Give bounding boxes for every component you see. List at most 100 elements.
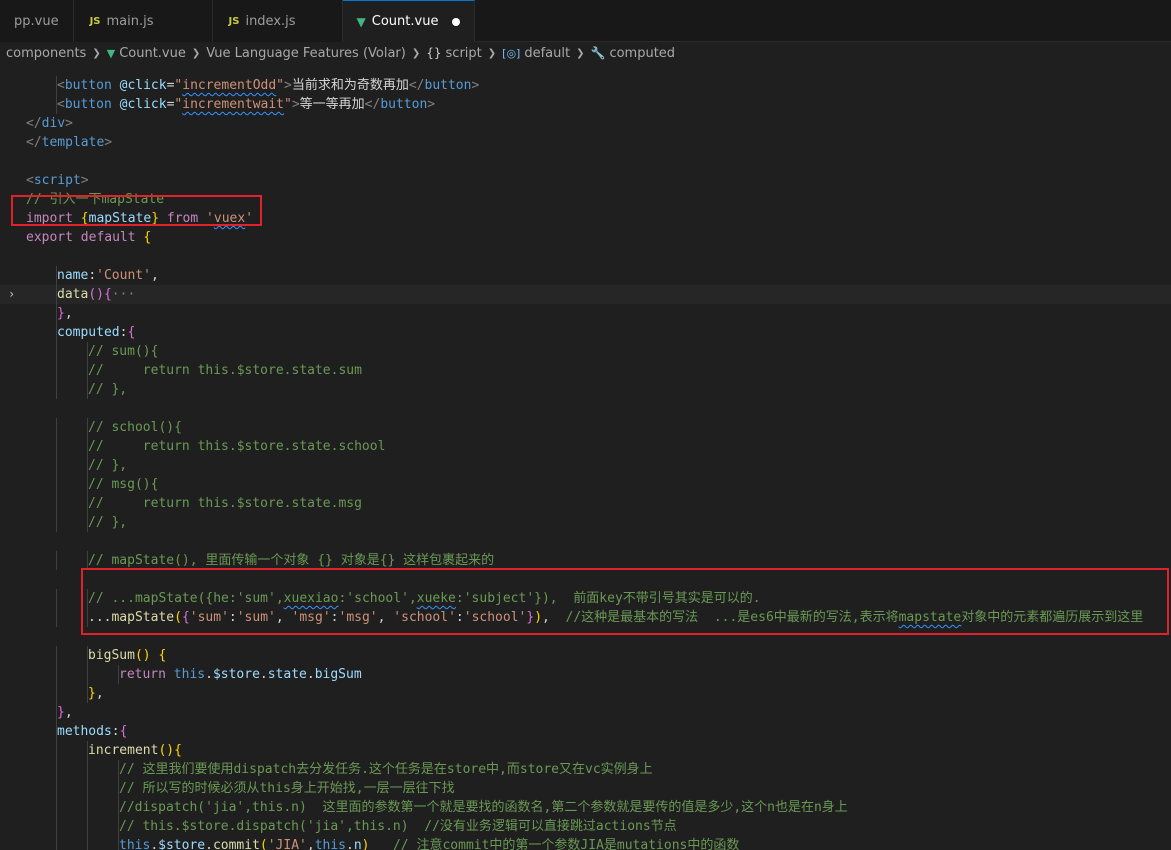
code-line[interactable]: // 所以写的时候必须从this身上开始找,一层一层往下找 — [0, 779, 1171, 798]
code-line[interactable]: <button @click="incrementOdd">当前求和为奇数再加<… — [0, 76, 1171, 95]
code-line[interactable]: // 这里我们要使用dispatch去分发任务.这个任务是在store中,而st… — [0, 760, 1171, 779]
code-editor[interactable]: <button @click="incrementOdd">当前求和为奇数再加<… — [0, 66, 1171, 850]
code-line[interactable]: }, — [0, 684, 1171, 703]
code-text: this.$store.commit('JIA',this.n) // 注意co… — [119, 836, 739, 850]
breadcrumb-separator-icon: ❯ — [92, 47, 101, 59]
code-line[interactable]: // school(){ — [0, 418, 1171, 437]
code-line[interactable]: // return this.$store.state.school — [0, 437, 1171, 456]
code-token: data — [57, 287, 89, 302]
vue-icon: ▼ — [106, 46, 116, 60]
unsaved-dot-icon[interactable] — [452, 17, 461, 26]
code-token: , — [64, 705, 73, 720]
fold-chevron-icon[interactable]: › — [8, 285, 15, 304]
squiggle-token: mapstate — [898, 610, 962, 625]
code-line[interactable] — [0, 532, 1171, 551]
tab-count-vue[interactable]: ▼ Count.vue — [342, 0, 476, 42]
code-line[interactable]: // return this.$store.state.msg — [0, 494, 1171, 513]
code-line[interactable]: increment(){ — [0, 741, 1171, 760]
code-line[interactable] — [0, 152, 1171, 171]
code-token: mapState — [88, 211, 152, 226]
code-line[interactable] — [0, 247, 1171, 266]
code-text: // return this.$store.state.msg — [88, 494, 362, 513]
code-line[interactable]: bigSum() { — [0, 646, 1171, 665]
code-token: > — [427, 97, 436, 112]
indent-guide — [56, 551, 57, 570]
code-line[interactable]: import {mapState} from 'vuex' — [0, 209, 1171, 228]
code-token: : — [88, 268, 97, 283]
code-token: // return this.$store.state.msg — [88, 496, 362, 511]
code-line[interactable]: // ...mapState({he:'sum',xuexiao:'school… — [0, 589, 1171, 608]
code-line[interactable]: </div> — [0, 114, 1171, 133]
breadcrumb-item-components[interactable]: components — [6, 46, 86, 61]
breadcrumb-item-default[interactable]: [◎] default — [502, 46, 570, 61]
code-line[interactable]: // }, — [0, 456, 1171, 475]
breadcrumb-item-computed[interactable]: 🔧 computed — [590, 46, 675, 61]
squiggle-token: incrementOdd — [182, 78, 277, 93]
code-line[interactable]: }, — [0, 304, 1171, 323]
code-text: <button @click="incrementwait">等一等再加</bu… — [57, 95, 435, 114]
code-token: . — [205, 838, 213, 850]
breadcrumb-item-volar[interactable]: Vue Language Features (Volar) — [206, 46, 406, 61]
code-text: // return this.$store.state.sum — [88, 361, 362, 380]
code-token: button — [424, 78, 472, 93]
code-line[interactable]: name:'Count', — [0, 266, 1171, 285]
code-token: > — [291, 97, 300, 112]
code-line[interactable]: // this.$store.dispatch('jia',this.n) //… — [0, 817, 1171, 836]
indent-guide — [56, 494, 57, 513]
code-token: //这种是最基本的写法 ...是es6中最新的写法,表示将 — [565, 610, 899, 625]
code-line[interactable] — [0, 399, 1171, 418]
code-line[interactable]: // sum(){ — [0, 342, 1171, 361]
code-token: > — [284, 78, 292, 93]
code-token: 对象中的元素都遍历展示到这里 — [961, 610, 1144, 625]
indent-guide — [87, 760, 88, 779]
breadcrumb-separator-icon: ❯ — [191, 47, 201, 59]
code-token: commit — [212, 838, 260, 850]
code-line[interactable]: }, — [0, 703, 1171, 722]
code-line[interactable]: </template> — [0, 133, 1171, 152]
code-token: , — [95, 686, 104, 701]
breadcrumb-item-script[interactable]: {} script — [426, 46, 482, 61]
code-line[interactable]: // msg(){ — [0, 475, 1171, 494]
tab-app-vue[interactable]: pp.vue — [0, 0, 74, 42]
breadcrumb-item-count-vue[interactable]: ▼ Count.vue — [107, 46, 186, 61]
code-line[interactable] — [0, 570, 1171, 589]
code-line[interactable]: // }, — [0, 513, 1171, 532]
code-token: ) — [534, 610, 543, 625]
code-token: ··· — [111, 287, 136, 302]
tab-bar: pp.vue JS main.js JS index.js ▼ Count.vu… — [0, 0, 1171, 42]
code-line[interactable] — [0, 66, 1171, 76]
code-line[interactable] — [0, 627, 1171, 646]
code-line[interactable]: ...mapState({'sum':'sum', 'msg':'msg', '… — [0, 608, 1171, 627]
code-token: 'Count' — [96, 268, 151, 283]
code-line[interactable]: return this.$store.state.bigSum — [0, 665, 1171, 684]
code-line[interactable]: this.$store.commit('JIA',this.n) // 注意co… — [0, 836, 1171, 850]
code-token: : — [228, 610, 237, 625]
code-token: // 所以写的时候必须从this身上开始找,一层一层往下找 — [119, 781, 455, 796]
code-text: </div> — [26, 114, 73, 133]
code-line[interactable]: computed:{ — [0, 323, 1171, 342]
code-line[interactable]: export default { — [0, 228, 1171, 247]
indent-guide — [56, 798, 57, 817]
code-line[interactable]: <script> — [0, 171, 1171, 190]
code-token: import — [26, 211, 73, 226]
code-token: > — [104, 135, 113, 150]
code-token: // mapState(), 里面传输一个对象 {} 对象是{} 这样包裹起来的 — [88, 553, 495, 568]
code-line[interactable]: // }, — [0, 380, 1171, 399]
code-line[interactable]: › data(){··· — [0, 285, 1171, 304]
code-line[interactable]: <button @click="incrementwait">等一等再加</bu… — [0, 95, 1171, 114]
code-line[interactable]: //dispatch('jia',this.n) 这里面的参数第一个就是要找的函… — [0, 798, 1171, 817]
code-token: ( — [259, 838, 268, 850]
code-text: <script> — [26, 171, 89, 190]
code-line[interactable]: // mapState(), 里面传输一个对象 {} 对象是{} 这样包裹起来的 — [0, 551, 1171, 570]
indent-guide — [56, 513, 57, 532]
breadcrumb-label: Vue Language Features (Volar) — [206, 45, 406, 61]
code-token: 'msg' — [338, 610, 378, 625]
tab-index-js[interactable]: JS index.js — [212, 0, 343, 42]
code-line[interactable]: // return this.$store.state.sum — [0, 361, 1171, 380]
tab-main-js[interactable]: JS main.js — [73, 0, 213, 42]
code-line[interactable]: methods:{ — [0, 722, 1171, 741]
indent-guide — [56, 475, 57, 494]
code-line[interactable]: // 引入一下mapState — [0, 190, 1171, 209]
